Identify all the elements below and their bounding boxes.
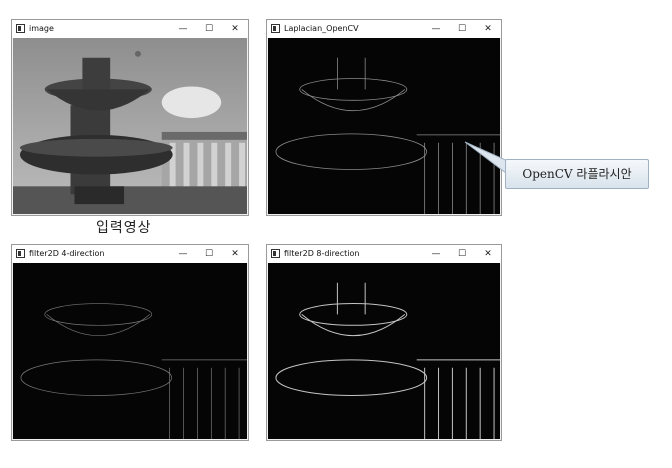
filter2d-8-canvas: [268, 263, 500, 439]
maximize-button[interactable]: ☐: [198, 21, 220, 37]
title-bar[interactable]: Laplacian_OpenCV — ☐ ✕: [267, 20, 501, 38]
image-canvas: [13, 38, 247, 214]
window-filter2d-8-direction: filter2D 8-direction — ☐ ✕: [266, 244, 502, 441]
window-image: image — ☐ ✕: [11, 19, 249, 216]
app-icon: [16, 24, 25, 33]
input-image-caption: 입력영상: [96, 220, 152, 236]
app-icon: [271, 249, 280, 258]
app-icon: [271, 24, 280, 33]
title-bar[interactable]: filter2D 8-direction — ☐ ✕: [267, 245, 501, 263]
app-icon: [16, 249, 25, 258]
title-bar[interactable]: filter2D 4-direction — ☐ ✕: [12, 245, 248, 263]
window-title: image: [29, 24, 54, 33]
maximize-button[interactable]: ☐: [451, 21, 473, 37]
callout-label: OpenCV 라플라시안: [505, 159, 649, 189]
minimize-button[interactable]: —: [172, 21, 194, 37]
maximize-button[interactable]: ☐: [451, 246, 473, 262]
edge-image: [268, 263, 500, 439]
maximize-button[interactable]: ☐: [198, 246, 220, 262]
minimize-button[interactable]: —: [172, 246, 194, 262]
close-button[interactable]: ✕: [224, 246, 246, 262]
window-filter2d-4-direction: filter2D 4-direction — ☐ ✕: [11, 244, 249, 441]
edge-image: [13, 263, 247, 439]
minimize-button[interactable]: —: [425, 21, 447, 37]
window-laplacian-opencv: Laplacian_OpenCV — ☐ ✕: [266, 19, 502, 216]
minimize-button[interactable]: —: [425, 246, 447, 262]
title-bar[interactable]: image — ☐ ✕: [12, 20, 248, 38]
filter2d-4-canvas: [13, 263, 247, 439]
window-title: Laplacian_OpenCV: [284, 24, 359, 33]
fountain-photo: [13, 38, 247, 214]
close-button[interactable]: ✕: [477, 21, 499, 37]
close-button[interactable]: ✕: [224, 21, 246, 37]
window-title: filter2D 4-direction: [29, 249, 105, 258]
laplacian-canvas: [268, 38, 500, 214]
close-button[interactable]: ✕: [477, 246, 499, 262]
edge-image: [268, 38, 500, 214]
window-title: filter2D 8-direction: [284, 249, 360, 258]
